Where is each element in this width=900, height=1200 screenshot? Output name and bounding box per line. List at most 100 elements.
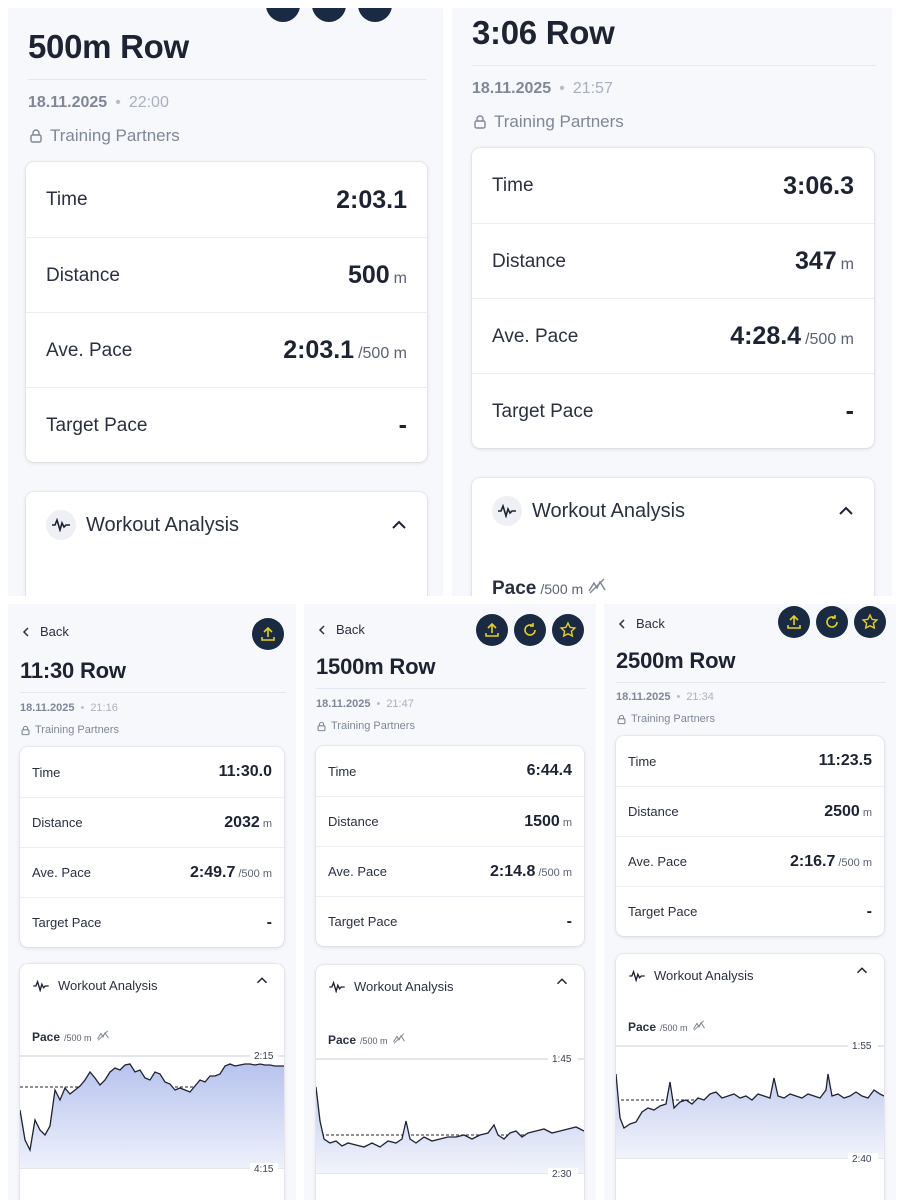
stat-value: 500 m — [347, 261, 407, 289]
upload-icon — [787, 614, 801, 629]
workout-analysis-header[interactable]: Workout Analysis — [492, 496, 854, 526]
stat-row-distance: Distance 347 m — [472, 223, 874, 299]
divider — [20, 692, 286, 693]
refresh-icon — [524, 623, 536, 636]
refresh-icon — [826, 615, 838, 628]
favorite-button[interactable] — [854, 606, 886, 638]
chevron-up-icon[interactable] — [838, 505, 854, 517]
stat-value: 347 m — [794, 247, 854, 275]
back-button[interactable]: Back — [618, 616, 665, 631]
stat-value: 11:23.5 — [818, 752, 872, 769]
stat-row-target-pace: Target Pace - — [20, 897, 284, 947]
lock-icon — [317, 721, 326, 731]
pace-area — [316, 1087, 584, 1173]
stat-row-target-pace: Target Pace - — [616, 886, 884, 936]
workout-analysis-card[interactable]: Workout Analysis Pace/500 m — [472, 478, 874, 596]
share-button[interactable] — [266, 8, 300, 22]
stat-row-time: Time 2:03.1 — [46, 185, 407, 214]
waveform-icon — [629, 969, 645, 982]
share-button[interactable] — [252, 618, 284, 650]
workout-analysis-header[interactable]: Workout Analysis — [46, 510, 407, 540]
stat-value: 3:06.3 — [783, 171, 854, 200]
workout-time: 22:00 — [128, 94, 169, 111]
workout-panel-2500m: Back 2500m Row 18.11.2025 • 21:34 Training… — [604, 604, 896, 1200]
chevron-up-icon[interactable] — [856, 966, 868, 975]
stat-value: 6:44.4 — [526, 762, 572, 779]
pace-chart-label: Pace/500 m — [628, 1020, 706, 1034]
refresh-button[interactable] — [312, 8, 346, 22]
compare-icon[interactable] — [96, 1030, 110, 1041]
stat-value: - — [845, 397, 854, 425]
stat-value: 1500 m — [524, 812, 572, 830]
waveform-icon — [33, 979, 49, 992]
favorite-button[interactable] — [358, 8, 392, 22]
visibility-text: Training Partners — [50, 126, 180, 145]
workout-meta: 18.11.2025 • 22:00 — [28, 94, 169, 111]
header-actions — [476, 614, 584, 646]
lock-icon — [30, 129, 42, 143]
divider — [28, 79, 427, 80]
visibility-label[interactable]: Training Partners — [28, 126, 180, 146]
workout-analysis-card[interactable]: Workout Analysis Pace/500 m 2:15 4:15 — [20, 964, 284, 1200]
stat-row-distance: Distance 2032 m — [20, 797, 284, 847]
refresh-button[interactable] — [514, 614, 546, 646]
visibility-label[interactable]: Training Partners — [616, 713, 715, 725]
compare-icon[interactable] — [392, 1033, 406, 1044]
chevron-up-icon[interactable] — [391, 519, 407, 531]
stat-row-time: Time 3:06.3 — [492, 171, 854, 200]
workout-analysis-card[interactable]: Workout Analysis — [26, 492, 427, 596]
axis-label-top: 1:45 — [552, 1054, 572, 1065]
stat-value: 2:49.7/500 m — [189, 863, 272, 881]
chevron-up-icon[interactable] — [556, 977, 568, 986]
pace-chart: 1:55 2:40 — [616, 1040, 884, 1165]
stats-card: Time 6:44.4 Distance 1500 m Ave. Pace 2:1… — [316, 746, 584, 946]
stat-row-time: Time 11:23.5 — [628, 752, 872, 769]
workout-panel-1500m: Back 1500m Row 18.11.2025 • 21:47 Training… — [304, 604, 596, 1200]
back-button[interactable]: Back — [318, 622, 365, 637]
share-button[interactable] — [476, 614, 508, 646]
back-button[interactable]: Back — [22, 624, 69, 639]
stat-value: - — [398, 411, 407, 439]
waveform-icon — [46, 510, 76, 540]
workout-meta: 18.11.2025 • 21:16 — [20, 702, 118, 714]
lock-icon — [21, 725, 30, 735]
stat-value: 11:30.0 — [218, 763, 272, 780]
divider — [316, 688, 586, 689]
workout-analysis-header[interactable]: Workout Analysis — [328, 979, 453, 994]
page-title: 500m Row — [28, 28, 189, 65]
workout-analysis-title: Workout Analysis — [86, 513, 240, 536]
workout-date: 18.11.2025 — [28, 94, 108, 111]
stat-value: - — [866, 902, 872, 920]
pace-chart: 2:15 4:15 — [20, 1050, 284, 1175]
pace-chart-label: Pace/500 m — [492, 578, 607, 596]
workout-analysis-title: Workout Analysis — [532, 499, 686, 522]
pace-chart-label: Pace/500 m — [32, 1030, 110, 1044]
favorite-button[interactable] — [552, 614, 584, 646]
chevron-left-icon — [22, 626, 29, 637]
workout-time: 21:57 — [572, 80, 613, 97]
visibility-label[interactable]: Training Partners — [316, 720, 415, 732]
compare-icon[interactable] — [692, 1020, 706, 1031]
chevron-up-icon[interactable] — [256, 976, 268, 985]
stat-value: 2:03.1 — [336, 185, 407, 214]
axis-label-bottom: 4:15 — [254, 1164, 274, 1175]
stat-value: - — [266, 913, 272, 931]
workout-analysis-card[interactable]: Workout Analysis Pace/500 m 1:55 2:40 — [616, 954, 884, 1200]
stat-value: 2:14.8/500 m — [489, 862, 572, 880]
refresh-button[interactable] — [816, 606, 848, 638]
stat-row-pace: Ave. Pace 2:14.8/500 m — [316, 846, 584, 896]
compare-icon[interactable] — [587, 578, 607, 594]
visibility-text: Training Partners — [494, 112, 624, 131]
workout-analysis-header[interactable]: Workout Analysis — [628, 968, 753, 983]
star-icon — [559, 621, 577, 638]
visibility-label[interactable]: Training Partners — [472, 112, 624, 132]
workout-analysis-header[interactable]: Workout Analysis — [32, 978, 157, 993]
share-button[interactable] — [778, 606, 810, 638]
stat-row-pace: Ave. Pace 2:49.7/500 m — [20, 847, 284, 897]
chevron-left-icon — [618, 618, 625, 629]
visibility-label[interactable]: Training Partners — [20, 724, 119, 736]
axis-label-top: 2:15 — [254, 1051, 274, 1062]
page-title: 11:30 Row — [20, 658, 126, 683]
workout-analysis-card[interactable]: Workout Analysis Pace/500 m 1:45 2:30 — [316, 965, 584, 1200]
stat-row-pace: Ave. Pace 2:03.1/500 m — [26, 312, 427, 388]
